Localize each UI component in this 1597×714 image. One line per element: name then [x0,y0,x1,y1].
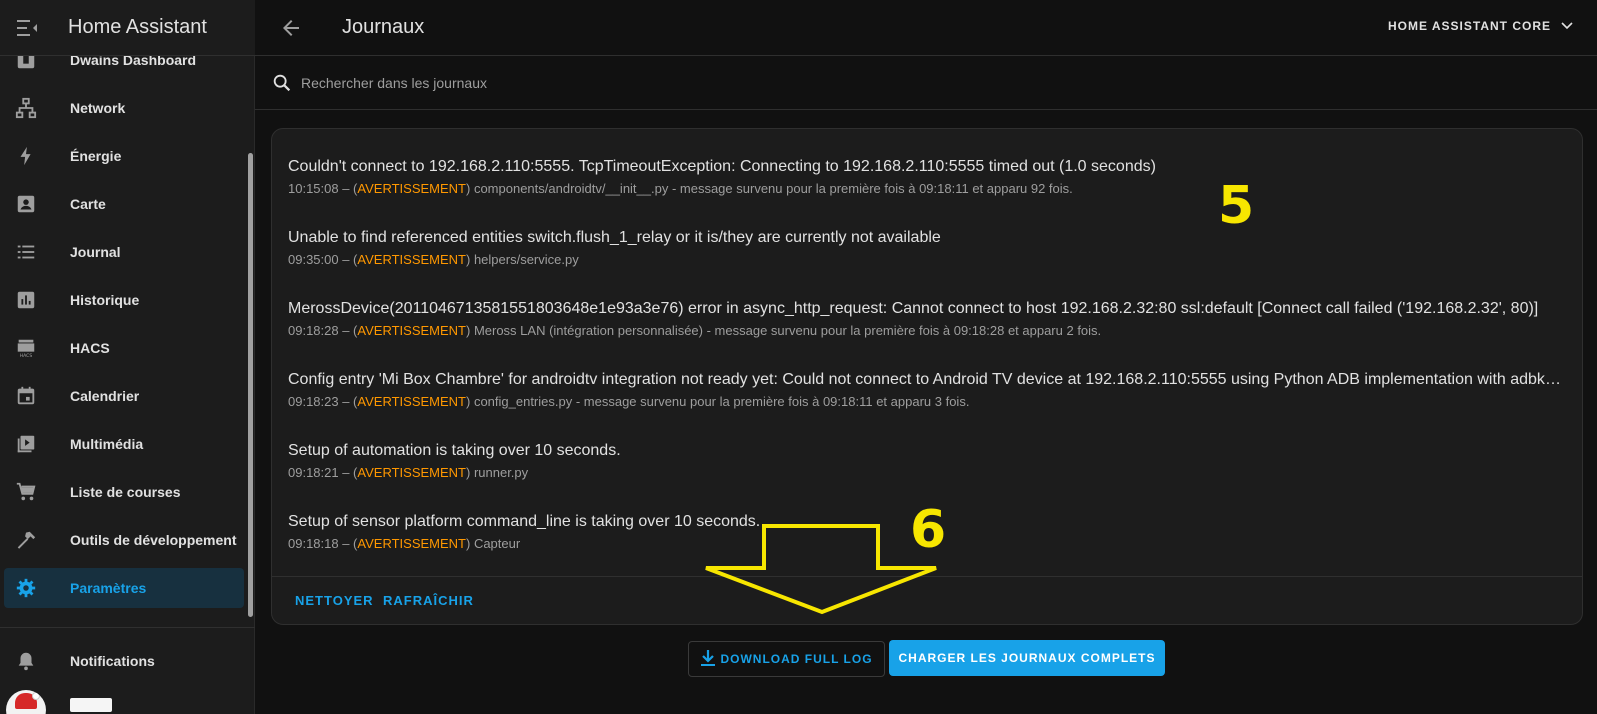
sidebar-item-energie[interactable]: Énergie [0,132,255,180]
network-icon [14,96,38,120]
chart-box-icon [14,288,38,312]
sidebar-list: Dwains Dashboard Network Énergie Carte J… [0,36,255,612]
sidebar-item-outils-de-developpement[interactable]: Outils de développement [0,516,255,564]
log-level: AVERTISSEMENT [357,181,466,196]
sidebar-item-label: Historique [70,292,140,308]
search-input[interactable] [301,70,901,96]
sidebar-scrollbar[interactable] [248,153,253,617]
back-arrow-icon[interactable] [279,16,303,40]
sidebar-item-label: Liste de courses [70,484,181,500]
app-title: Home Assistant [68,16,207,38]
sidebar: Dwains Dashboard Network Énergie Carte J… [0,0,255,714]
log-message: Config entry 'Mi Box Chambre' for androi… [288,371,1563,388]
top-bar: Journaux HOME ASSISTANT CORE [255,0,1597,56]
log-entry[interactable]: Config entry 'Mi Box Chambre' for androi… [288,371,1563,409]
sidebar-item-hacs[interactable]: HACS HACS [0,324,255,372]
clear-button[interactable]: NETTOYER [295,593,374,608]
refresh-button[interactable]: RAFRAÎCHIR [383,593,474,608]
log-source: ) components/androidtv/__init__.py - mes… [466,181,1073,196]
log-source: ) runner.py [466,465,529,480]
log-time: 10:15:08 – ( [288,181,358,196]
log-level: AVERTISSEMENT [357,394,466,409]
sidebar-item-label: Notifications [70,653,155,669]
log-level: AVERTISSEMENT [357,323,466,338]
log-meta: 09:18:23 – (AVERTISSEMENT) config_entrie… [288,394,1563,409]
log-source: ) config_entries.py - message survenu po… [466,394,970,409]
search-bar [255,56,1597,110]
log-entry[interactable]: Setup of automation is taking over 10 se… [288,442,1563,480]
list-icon [14,240,38,264]
sidebar-item-calendrier[interactable]: Calendrier [0,372,255,420]
search-icon [271,72,293,94]
log-meta: 09:18:21 – (AVERTISSEMENT) runner.py [288,465,1563,480]
sidebar-item-carte[interactable]: Carte [0,180,255,228]
play-box-icon [14,432,38,456]
sidebar-header: Home Assistant [0,0,255,56]
sidebar-item-journal[interactable]: Journal [0,228,255,276]
log-time: 09:18:21 – ( [288,465,358,480]
log-meta: 09:18:28 – (AVERTISSEMENT) Meross LAN (i… [288,323,1563,338]
log-time: 09:35:00 – ( [288,252,358,267]
sidebar-item-notifications[interactable]: Notifications [0,637,255,685]
log-entry[interactable]: MerossDevice(2011046713581551803648e1e93… [288,300,1563,338]
chevron-down-icon [1561,19,1573,33]
user-name-redacted [70,698,112,712]
log-level: AVERTISSEMENT [357,536,466,551]
sidebar-item-label: Paramètres [70,580,147,596]
cart-icon [14,480,38,504]
log-source-select[interactable]: HOME ASSISTANT CORE [1388,19,1573,33]
annotation-arrow-icon [705,524,937,615]
sidebar-item-label: Network [70,100,126,116]
menu-open-icon[interactable] [14,15,40,41]
sidebar-item-parametres[interactable]: Paramètres [0,564,255,612]
log-time: 09:18:28 – ( [288,323,358,338]
log-message: MerossDevice(2011046713581551803648e1e93… [288,300,1539,317]
log-message: Setup of automation is taking over 10 se… [288,442,621,459]
sidebar-item-label: Outils de développement [70,532,237,548]
download-icon [700,649,716,670]
sidebar-item-label: Énergie [70,148,122,164]
log-level: AVERTISSEMENT [357,252,466,267]
map-account-icon [14,192,38,216]
log-message: Unable to find referenced entities switc… [288,229,941,246]
sidebar-item-label: Calendrier [70,388,140,404]
log-meta: 09:35:00 – (AVERTISSEMENT) helpers/servi… [288,252,1563,267]
sidebar-item-label: Journal [70,244,121,260]
sidebar-item-historique[interactable]: Historique [0,276,255,324]
bell-icon [14,649,38,673]
log-source-value: HOME ASSISTANT CORE [1387,19,1551,33]
sidebar-divider [0,627,255,628]
log-source: ) helpers/service.py [466,252,579,267]
hammer-icon [14,528,38,552]
log-level: AVERTISSEMENT [357,465,466,480]
cog-icon [14,576,38,600]
calendar-icon [14,384,38,408]
lightning-icon [14,144,38,168]
log-message: Couldn't connect to 192.168.2.110:5555. … [288,158,1156,175]
log-meta: 10:15:08 – (AVERTISSEMENT) components/an… [288,181,1563,196]
sidebar-item-liste-de-courses[interactable]: Liste de courses [0,468,255,516]
log-source: ) Capteur [466,536,521,551]
load-full-logs-button[interactable]: CHARGER LES JOURNAUX COMPLETS [889,640,1165,676]
avatar [6,690,46,714]
svg-text:HACS: HACS [20,353,33,359]
log-entry[interactable]: Unable to find referenced entities switc… [288,229,1563,267]
sidebar-item-multimedia[interactable]: Multimédia [0,420,255,468]
log-time: 09:18:23 – ( [288,394,358,409]
hacs-icon: HACS [14,336,38,360]
download-full-log-button[interactable]: DOWNLOAD FULL LOG [688,641,885,677]
sidebar-item-network[interactable]: Network [0,84,255,132]
annotation-number-5: 5 [1218,176,1255,236]
log-entry[interactable]: Couldn't connect to 192.168.2.110:5555. … [288,158,1563,196]
download-label: DOWNLOAD FULL LOG [720,652,873,666]
sidebar-item-label: HACS [70,340,110,356]
log-time: 09:18:18 – ( [288,536,358,551]
sidebar-user[interactable] [0,690,255,714]
log-source: ) Meross LAN (intégration personnalisée)… [466,323,1102,338]
sidebar-item-label: Carte [70,196,106,212]
sidebar-item-label: Multimédia [70,436,144,452]
page-title: Journaux [342,16,425,38]
